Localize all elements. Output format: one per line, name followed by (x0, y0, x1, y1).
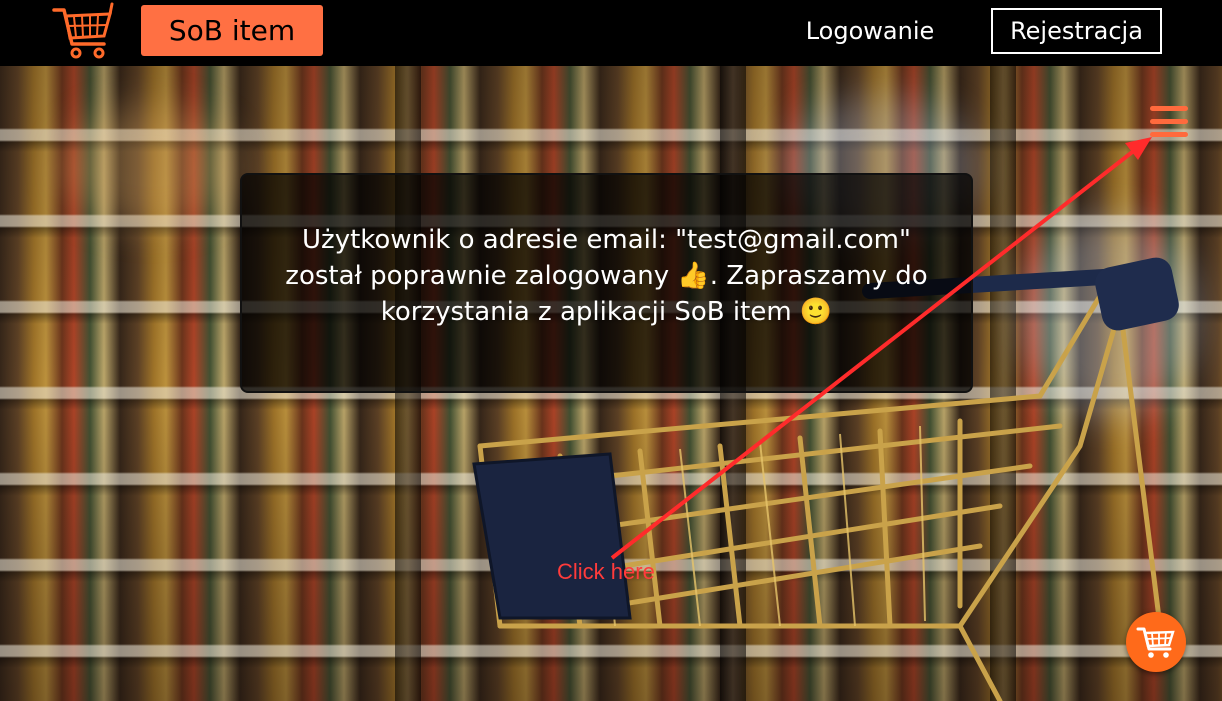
brand-button[interactable]: SoB item (141, 5, 323, 56)
click-here-label: Click here (557, 559, 655, 584)
cart-fab-button[interactable] (1126, 612, 1186, 672)
message-text: Użytkownik o adresie email: "test@gmail.… (285, 225, 928, 327)
menu-bar (1150, 106, 1188, 111)
register-button[interactable]: Rejestracja (991, 8, 1162, 54)
menu-bar (1150, 132, 1188, 137)
menu-bar (1150, 119, 1188, 124)
login-success-message: Użytkownik o adresie email: "test@gmail.… (240, 173, 973, 393)
top-navbar: SoB item Logowanie Rejestracja (0, 0, 1222, 66)
shopping-cart-icon (1136, 627, 1175, 658)
shopping-cart-icon[interactable] (52, 2, 114, 62)
hamburger-menu-icon[interactable] (1150, 104, 1188, 140)
login-link[interactable]: Logowanie (790, 12, 950, 50)
